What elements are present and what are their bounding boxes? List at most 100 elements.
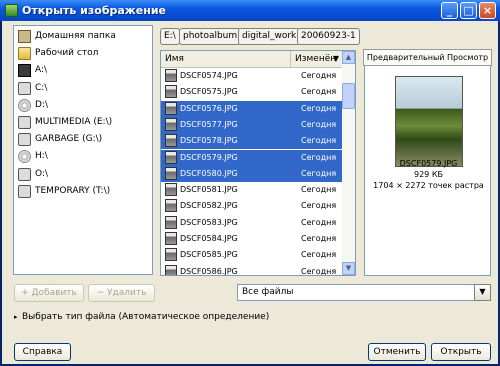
file-modified: Сегодня <box>301 103 337 113</box>
file-row[interactable]: DSCF0582.JPG Сегодня <box>161 198 342 214</box>
place-label: O:\ <box>35 168 48 179</box>
file-filter-value: Все файлы <box>242 287 294 297</box>
image-file-icon <box>165 150 177 164</box>
cdrom-icon <box>18 98 31 112</box>
home-folder-icon <box>18 30 31 43</box>
column-header-modified[interactable]: Изменён ▼ <box>291 51 343 68</box>
place-label: Рабочий стол <box>35 48 99 59</box>
column-name-label: Имя <box>165 54 184 64</box>
hard-disk-icon <box>18 133 31 147</box>
file-modified: Сегодня <box>301 71 337 80</box>
image-file-icon <box>165 134 177 148</box>
open-image-dialog: Открыть изображение _ □ × Домашняя папка… <box>0 0 500 366</box>
path-button-drive[interactable]: E:\ <box>160 28 180 45</box>
title-bar[interactable]: Открыть изображение _ □ × <box>0 0 500 21</box>
file-name: DSCF0581.JPG <box>180 185 238 195</box>
place-item[interactable]: D:\ <box>17 98 151 114</box>
image-file-icon <box>165 183 177 197</box>
remove-bookmark-button[interactable]: − Удалить <box>88 284 155 302</box>
file-row[interactable]: DSCF0576.JPG Сегодня <box>161 100 342 117</box>
file-modified: Сегодня <box>301 168 337 178</box>
file-type-expander[interactable]: ▸ Выбрать тип файла (Автоматическое опред… <box>14 312 269 322</box>
file-modified: Сегодня <box>301 87 337 97</box>
place-label: Домашняя папка <box>35 31 116 41</box>
file-modified: Сегодня <box>301 152 337 162</box>
preview-panel: Предварительный Просмотр DSCF0579.JPG 92… <box>363 49 492 276</box>
file-row[interactable]: DSCF0574.JPG Сегодня <box>161 68 342 84</box>
file-list: Имя Изменён ▼ DSCF0574.JPG Сегодня DSCF057… <box>160 50 356 276</box>
image-file-icon <box>165 232 177 245</box>
file-row[interactable]: DSCF0584.JPG Сегодня <box>161 231 342 247</box>
place-item[interactable]: MULTIMEDIA (E:\) <box>17 115 151 131</box>
hard-disk-icon <box>18 116 31 129</box>
file-modified: Сегодня <box>301 119 337 129</box>
place-item[interactable]: GARBAGE (G:\) <box>17 132 151 148</box>
preview-filesize: 929 КБ <box>414 170 443 179</box>
cancel-button[interactable]: Отменить <box>368 343 426 361</box>
place-item[interactable]: TEMPORARY (T:\) <box>17 184 151 200</box>
sort-arrow-icon: ▼ <box>332 54 339 63</box>
help-button[interactable]: Справка <box>14 343 71 361</box>
app-icon <box>5 4 18 17</box>
file-modified: Сегодня <box>301 266 337 276</box>
place-label: H:\ <box>35 151 48 162</box>
file-modified: Сегодня <box>301 136 337 146</box>
minimize-button[interactable]: _ <box>441 2 458 19</box>
file-name: DSCF0574.JPG <box>180 71 238 80</box>
place-item[interactable]: A:\ <box>17 63 151 79</box>
place-label: MULTIMEDIA (E:\) <box>35 117 113 127</box>
image-file-icon <box>165 248 177 262</box>
hard-disk-icon <box>18 184 31 198</box>
file-name: DSCF0577.JPG <box>180 119 238 129</box>
place-item[interactable]: O:\ <box>17 167 151 183</box>
place-label: C:\ <box>35 82 48 93</box>
place-item[interactable]: Домашняя папка <box>17 29 151 45</box>
file-row[interactable]: DSCF0578.JPG Сегодня <box>161 133 342 150</box>
preview-dimensions: 1704 × 2272 точек растра <box>373 181 484 190</box>
file-list-scrollbar[interactable]: ▲ ▼ <box>342 51 355 275</box>
window-title: Открыть изображение <box>22 4 166 17</box>
floppy-icon <box>18 64 31 78</box>
file-name: DSCF0576.JPG <box>180 103 238 113</box>
file-row[interactable]: DSCF0575.JPG Сегодня <box>161 84 342 100</box>
minus-icon: − <box>96 288 105 298</box>
add-bookmark-button[interactable]: + Добавить <box>14 284 84 302</box>
path-button-photoalbum[interactable]: photoalbum <box>179 28 242 45</box>
file-row[interactable]: DSCF0586.JPG Сегодня <box>161 264 342 276</box>
image-file-icon <box>165 117 177 131</box>
file-name: DSCF0580.JPG <box>180 168 238 178</box>
column-header-name[interactable]: Имя <box>161 51 291 68</box>
file-row[interactable]: DSCF0577.JPG Сегодня <box>161 116 342 133</box>
file-row[interactable]: DSCF0579.JPG Сегодня <box>161 149 342 166</box>
image-file-icon <box>165 215 177 229</box>
file-modified: Сегодня <box>301 234 337 243</box>
image-file-icon <box>165 85 177 99</box>
place-item[interactable]: C:\ <box>17 81 151 97</box>
path-button-digital-work[interactable]: digital_work <box>238 28 301 45</box>
maximize-button[interactable]: □ <box>460 2 477 19</box>
image-file-icon <box>165 166 177 180</box>
file-name: DSCF0578.JPG <box>180 136 238 146</box>
column-modified-label: Изменён <box>295 54 337 64</box>
file-row[interactable]: DSCF0581.JPG Сегодня <box>161 182 342 198</box>
place-item[interactable]: Рабочий стол <box>17 46 151 62</box>
preview-filename: DSCF0579.JPG <box>399 159 458 168</box>
file-filter-select[interactable]: Все файлы ▼ <box>237 284 491 301</box>
remove-button-label: Удалить <box>107 288 147 298</box>
add-button-label: Добавить <box>31 288 77 298</box>
file-row[interactable]: DSCF0585.JPG Сегодня <box>161 247 342 263</box>
image-file-icon <box>165 69 177 82</box>
place-item[interactable]: H:\ <box>17 149 151 165</box>
close-button[interactable]: × <box>479 2 496 19</box>
file-row[interactable]: DSCF0580.JPG Сегодня <box>161 165 342 182</box>
path-button-20060923-1[interactable]: 20060923-1 <box>297 28 360 45</box>
scroll-up-icon[interactable]: ▲ <box>342 51 355 64</box>
file-name: DSCF0586.JPG <box>180 266 238 276</box>
file-name: DSCF0575.JPG <box>180 87 238 97</box>
scroll-thumb[interactable] <box>342 83 355 109</box>
open-button[interactable]: Открыть <box>431 343 491 361</box>
chevron-down-icon[interactable]: ▼ <box>474 284 491 301</box>
scroll-down-icon[interactable]: ▼ <box>342 262 355 275</box>
file-name: DSCF0579.JPG <box>180 152 238 162</box>
file-row[interactable]: DSCF0583.JPG Сегодня <box>161 215 342 231</box>
